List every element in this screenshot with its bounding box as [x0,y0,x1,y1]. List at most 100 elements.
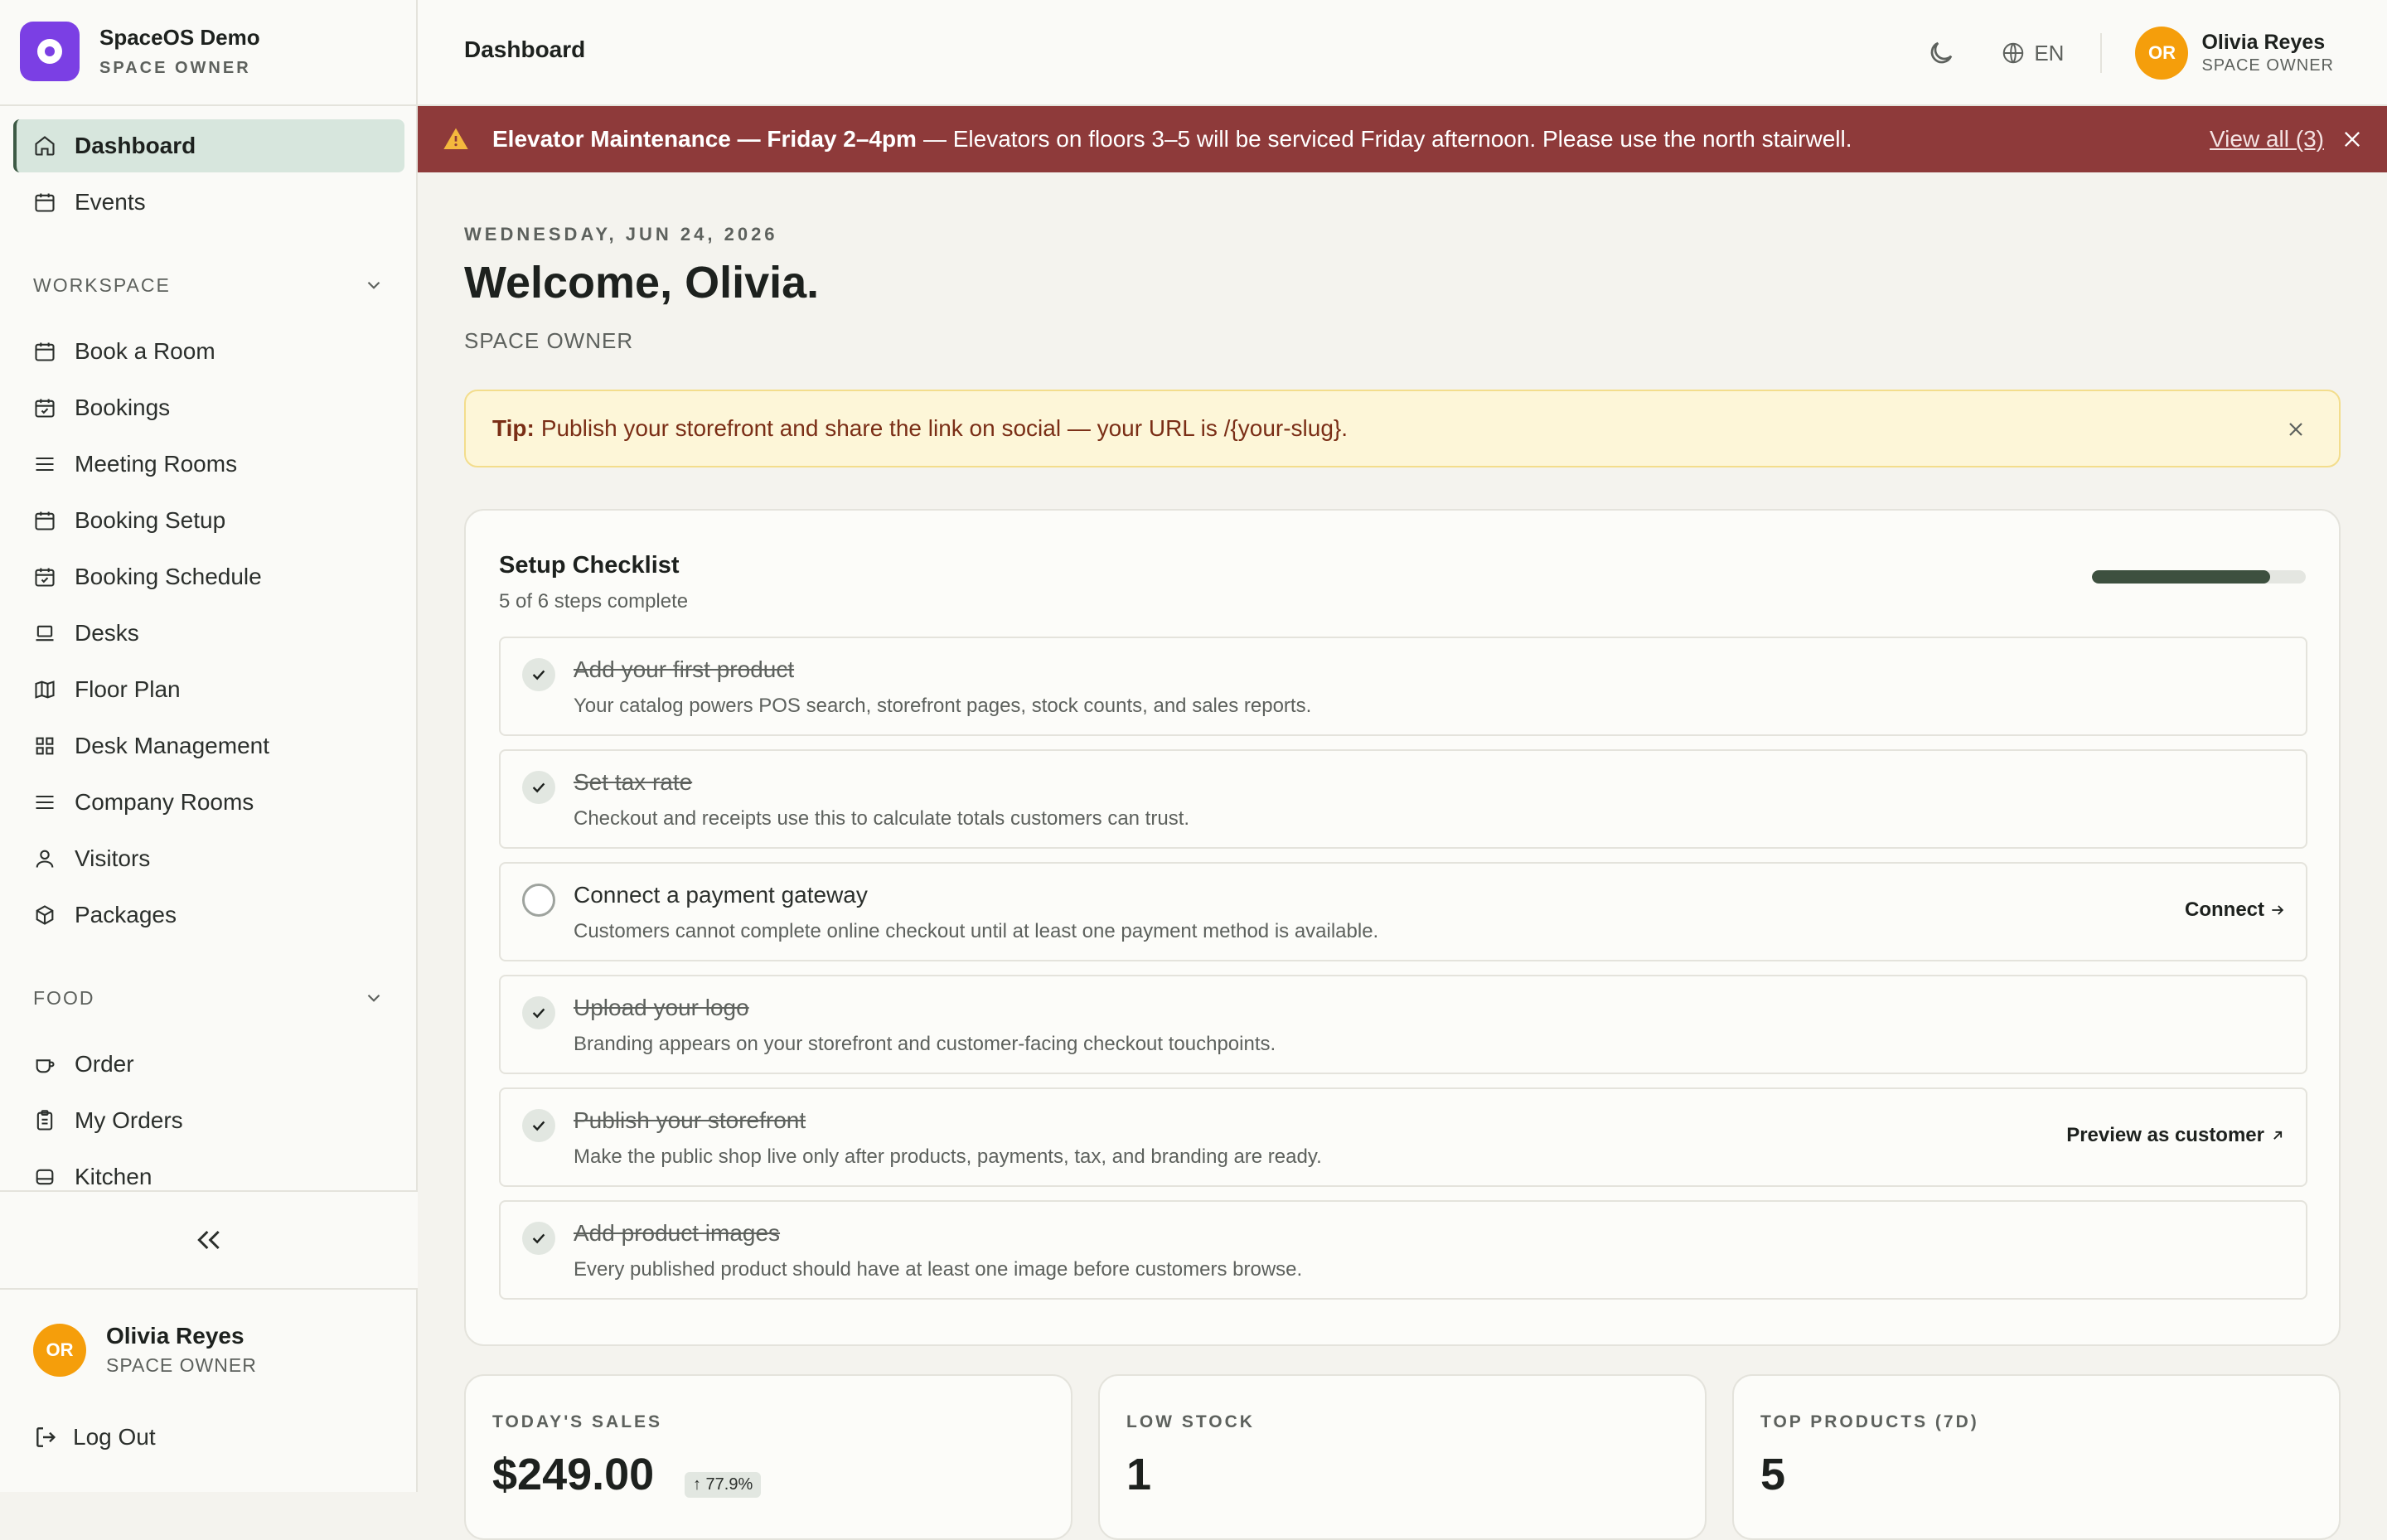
avatar: OR [33,1323,86,1377]
sidebar-item-events[interactable]: Events [13,176,404,229]
sidebar-item-company-rooms[interactable]: Company Rooms [13,776,404,829]
user-role-line: SPACE OWNER [464,328,634,353]
coffee-icon [36,1059,55,1073]
brand-logo-icon [20,22,80,81]
cooking-icon [36,1169,54,1185]
connect-button[interactable]: Connect [2185,898,2286,922]
sidebar-item-label: Desk Management [75,733,270,758]
tip-label: Tip: [492,415,535,441]
sidebar-item-label: Company Rooms [75,789,254,815]
sidebar-item-my-orders[interactable]: My Orders [13,1094,404,1147]
check-icon [522,771,555,804]
checklist-step[interactable]: Set tax rate Checkout and receipts use t… [499,749,2307,849]
logout-label: Log Out [73,1424,156,1450]
language-switcher[interactable]: EN [2001,41,2064,66]
sidebar-item-desks[interactable]: Desks [13,607,404,660]
checklist-step[interactable]: Connect a payment gateway Customers cann… [499,862,2307,961]
connect-label: Connect [2185,898,2264,921]
step-title: Set tax rate [574,769,693,795]
laptop-icon [36,625,54,642]
brand-role: SPACE OWNER [99,59,251,77]
sidebar-item-label: Events [75,189,146,215]
banner-message: — Elevators on floors 3–5 will be servic… [922,126,1852,152]
welcome-heading: Welcome, Olivia. [464,258,820,308]
calendar-icon [35,342,55,361]
view-all-announcements-link[interactable]: View all (3) [2210,126,2324,153]
sidebar-item-meeting-rooms[interactable]: Meeting Rooms [13,438,404,491]
user-role: SPACE OWNER [2201,56,2334,75]
checklist-step[interactable]: Publish your storefront Make the public … [499,1087,2307,1187]
stat-label: TOP PRODUCTS (7D) [1760,1412,1979,1431]
sidebar-item-label: Meeting Rooms [75,451,238,477]
sidebar-item-label: Booking Setup [75,507,226,533]
collapse-sidebar-button[interactable] [0,1190,418,1290]
logout-button[interactable]: Log Out [33,1424,156,1450]
logout-icon [36,1427,56,1447]
current-date: WEDNESDAY, JUN 24, 2026 [464,224,778,245]
moon-icon [1930,41,1953,64]
stat-value: 5 [1760,1450,1786,1499]
stat-label: TODAY'S SALES [492,1412,663,1431]
preview-as-customer-button[interactable]: Preview as customer [2066,1124,2286,1147]
external-link-icon [2273,1131,2283,1140]
sidebar-item-dashboard[interactable]: Dashboard [13,119,404,172]
stat-card-low-stock[interactable]: LOW STOCK 1 [1098,1374,1707,1540]
section-food-toggle[interactable]: FOOD [33,981,385,1015]
sidebar-item-label: Order [75,1051,134,1077]
close-icon[interactable] [2286,419,2306,439]
language-label: EN [2034,40,2065,65]
sidebar-item-label: Floor Plan [75,676,181,702]
chevrons-left-icon [197,1230,220,1250]
stat-value: 1 [1126,1450,1152,1499]
user-icon [36,850,54,868]
step-title: Upload your logo [574,995,749,1020]
grid-icon [36,737,54,755]
announcement-banner: Elevator Maintenance — Friday 2–4pm — El… [418,106,2387,172]
sidebar-item-floor-plan[interactable]: Floor Plan [13,663,404,716]
checklist-step[interactable]: Upload your logo Branding appears on you… [499,975,2307,1074]
theme-toggle-button[interactable] [1921,33,1961,73]
checklist-step[interactable]: Add your first product Your catalog powe… [499,637,2307,736]
check-icon [522,1222,555,1255]
sidebar-item-label: Bookings [75,395,171,420]
stat-value: $249.00 [492,1450,655,1499]
step-description: Make the public shop live only after pro… [574,1145,1322,1168]
user-role: SPACE OWNER [106,1354,257,1376]
stat-card-todays-sales[interactable]: TODAY'S SALES $249.00 ↑ 77.9% [464,1374,1072,1540]
section-workspace-label: WORKSPACE [33,274,171,296]
sidebar-item-booking-setup[interactable]: Booking Setup [13,494,404,547]
menu-icon [36,795,54,810]
page-title: Dashboard [464,36,586,62]
check-icon [522,658,555,691]
checklist-step[interactable]: Add product images Every published produ… [499,1200,2307,1300]
checklist-title: Setup Checklist [499,552,680,579]
package-icon [36,905,54,925]
chevron-down-icon [367,994,380,1002]
sidebar-item-desk-management[interactable]: Desk Management [13,719,404,772]
check-icon [522,1109,555,1142]
section-food-label: FOOD [33,986,95,1009]
empty-circle-icon [522,884,555,917]
preview-label: Preview as customer [2066,1124,2264,1146]
calendar-check-icon [35,399,55,418]
close-icon[interactable] [2341,128,2364,151]
stat-card-top-products[interactable]: TOP PRODUCTS (7D) 5 [1732,1374,2341,1540]
brand-name: SpaceOS Demo [99,25,260,50]
sidebar-divider [0,104,418,106]
sidebar-user[interactable]: OR Olivia Reyes SPACE OWNER [33,1323,257,1377]
home-icon [35,136,55,156]
tip-banner: Tip: Publish your storefront and share t… [464,390,2341,467]
user-name: Olivia Reyes [2201,31,2326,54]
section-workspace-toggle[interactable]: WORKSPACE [33,269,385,302]
sidebar-item-bookings[interactable]: Bookings [13,381,404,434]
sidebar-item-packages[interactable]: Packages [13,889,404,942]
sidebar-item-book-a-room[interactable]: Book a Room [13,325,404,378]
sidebar-item-order[interactable]: Order [13,1038,404,1091]
menu-icon [36,457,54,472]
step-title: Add your first product [574,656,795,682]
step-description: Your catalog powers POS search, storefro… [574,695,1312,717]
brand[interactable]: SpaceOS Demo SPACE OWNER [20,22,260,81]
topbar-user-menu[interactable]: OR Olivia Reyes SPACE OWNER [2135,27,2334,80]
sidebar-item-visitors[interactable]: Visitors [13,832,404,885]
sidebar-item-booking-schedule[interactable]: Booking Schedule [13,550,404,603]
